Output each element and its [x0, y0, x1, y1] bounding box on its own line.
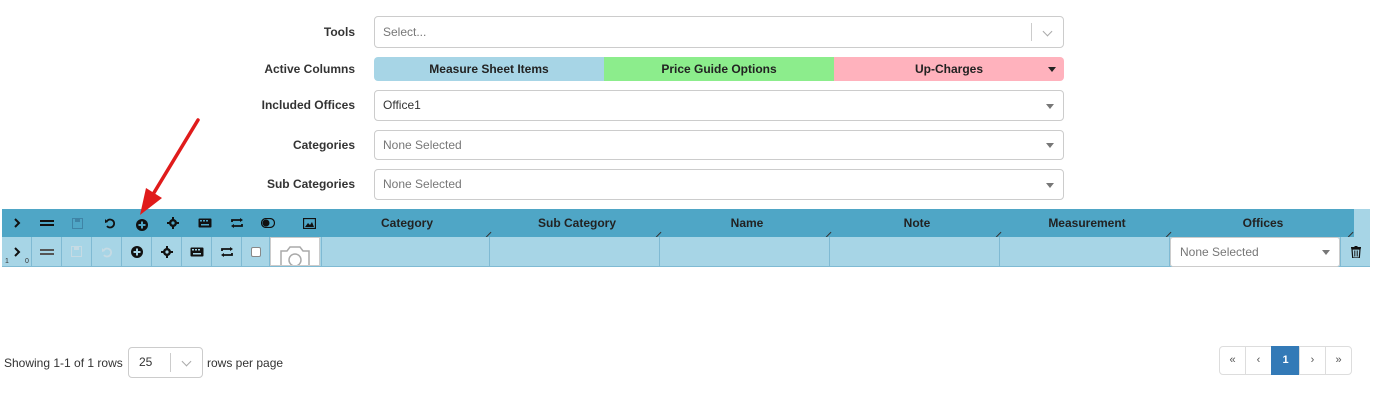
sub-categories-select[interactable]: None Selected [374, 169, 1064, 200]
undo-icon[interactable] [95, 209, 125, 237]
row-count-left: 1 [5, 258, 9, 265]
column-header-offices[interactable]: Offices [1172, 209, 1354, 238]
sub-categories-label: Sub Categories [266, 177, 355, 191]
caret-down-icon [1046, 143, 1054, 148]
save-icon [71, 246, 82, 257]
drag-handle-icon[interactable] [32, 209, 62, 237]
page-prev-button[interactable]: ‹ [1245, 346, 1272, 375]
expand-icon [13, 246, 20, 257]
grid-header-spacer [1354, 209, 1370, 237]
cell-note[interactable] [830, 237, 1000, 266]
resize-handle-icon[interactable] [481, 227, 492, 238]
cell-offices: None Selected [1170, 237, 1340, 267]
cell-name[interactable] [660, 237, 830, 266]
image-icon[interactable] [294, 209, 324, 237]
active-column-measure-sheet-items[interactable]: Measure Sheet Items [374, 57, 604, 81]
column-header-label: Category [380, 216, 433, 230]
row-count-right: 0 [25, 258, 29, 265]
resize-handle-icon[interactable] [1161, 227, 1172, 238]
annotation-arrow [140, 118, 200, 215]
row-undo-button[interactable] [92, 237, 122, 266]
offices-placeholder: None Selected [1180, 245, 1259, 259]
active-column-price-guide-options[interactable]: Price Guide Options [604, 57, 834, 81]
categories-label: Categories [292, 138, 355, 152]
page-size-select[interactable]: 25 [128, 347, 203, 378]
repeat-icon[interactable] [222, 209, 252, 237]
row-checkbox-cell [242, 237, 270, 266]
offices-select[interactable]: None Selected [1170, 237, 1340, 267]
toggle-icon[interactable] [253, 209, 283, 237]
categories-select[interactable]: None Selected [374, 130, 1064, 160]
page-next-button[interactable]: › [1299, 346, 1326, 375]
pagination-showing-text: Showing 1-1 of 1 rows [4, 356, 123, 370]
chevron-down-icon [181, 356, 192, 367]
page-size-dropdown-toggle[interactable] [170, 353, 202, 372]
caret-down-icon [1322, 250, 1330, 255]
included-offices-select[interactable]: Office1 [374, 90, 1064, 121]
keyboard-icon [190, 247, 203, 256]
grid-header: Category Sub Category Name Note Measurem… [2, 209, 1370, 238]
image-thumbnail[interactable] [270, 237, 320, 266]
expand-icon[interactable] [2, 209, 32, 237]
repeat-icon [220, 246, 233, 257]
cell-measurement[interactable] [1000, 237, 1170, 266]
camera-icon [280, 246, 310, 265]
column-header-measurement[interactable]: Measurement [1002, 209, 1172, 238]
cell-sub-category[interactable] [490, 237, 660, 266]
resize-handle-icon[interactable] [821, 227, 832, 238]
row-repeat-button[interactable] [212, 237, 242, 266]
row-image-cell [270, 237, 322, 266]
trash-icon [1350, 245, 1361, 258]
add-circle-icon [130, 245, 143, 258]
active-columns-select[interactable]: Measure Sheet Items Price Guide Options … [374, 57, 1064, 81]
page-size-value: 25 [139, 355, 153, 369]
undo-icon [101, 247, 112, 257]
included-offices-value: Office1 [383, 98, 421, 112]
column-header-label: Measurement [1048, 216, 1126, 230]
column-header-note[interactable]: Note [832, 209, 1002, 238]
drag-handle-icon [39, 248, 54, 255]
gear-icon [160, 245, 173, 258]
tools-select[interactable]: Select... [374, 16, 1064, 48]
column-header-sub-category[interactable]: Sub Category [492, 209, 662, 238]
page-last-button[interactable]: » [1325, 346, 1352, 375]
active-column-up-charges[interactable]: Up-Charges [834, 57, 1064, 81]
active-columns-label: Active Columns [264, 62, 355, 76]
save-icon[interactable] [62, 209, 92, 237]
table-row: 1 0 None Selected [2, 237, 1370, 267]
chevron-down-icon [1042, 26, 1053, 37]
row-settings-button[interactable] [152, 237, 182, 266]
caret-down-icon[interactable] [1048, 67, 1056, 72]
row-save-button[interactable] [62, 237, 92, 266]
resize-handle-icon[interactable] [991, 227, 1002, 238]
cell-category[interactable] [322, 237, 490, 266]
resize-handle-icon[interactable] [1343, 227, 1354, 238]
column-header-name[interactable]: Name [662, 209, 832, 238]
row-keyboard-button[interactable] [182, 237, 212, 266]
column-header-category[interactable]: Category [322, 209, 492, 238]
row-checkbox[interactable] [250, 246, 261, 257]
tools-label: Tools [323, 25, 355, 39]
column-header-label: Sub Category [537, 216, 616, 230]
row-drag-handle[interactable] [32, 237, 62, 266]
row-add-button[interactable] [122, 237, 152, 266]
page-first-button[interactable]: « [1219, 346, 1246, 375]
rows-per-page-label: rows per page [207, 356, 284, 370]
pagination: « ‹ 1 › » [1219, 346, 1352, 375]
row-delete-button[interactable] [1340, 237, 1370, 266]
column-header-label: Offices [1242, 216, 1284, 230]
sub-categories-value: None Selected [383, 177, 462, 191]
column-header-label: Note [903, 216, 931, 230]
page-current-button[interactable]: 1 [1271, 346, 1300, 375]
tools-placeholder: Select... [383, 25, 427, 39]
tools-row: Tools Select... [0, 16, 1070, 48]
column-header-label: Name [730, 216, 764, 230]
resize-handle-icon[interactable] [651, 227, 662, 238]
row-expander[interactable]: 1 0 [2, 237, 32, 266]
tools-dropdown-toggle[interactable] [1031, 23, 1063, 41]
caret-down-icon [1046, 182, 1054, 188]
categories-value: None Selected [383, 138, 462, 152]
caret-down-icon [1046, 103, 1054, 109]
included-offices-label: Included Offices [261, 98, 355, 112]
